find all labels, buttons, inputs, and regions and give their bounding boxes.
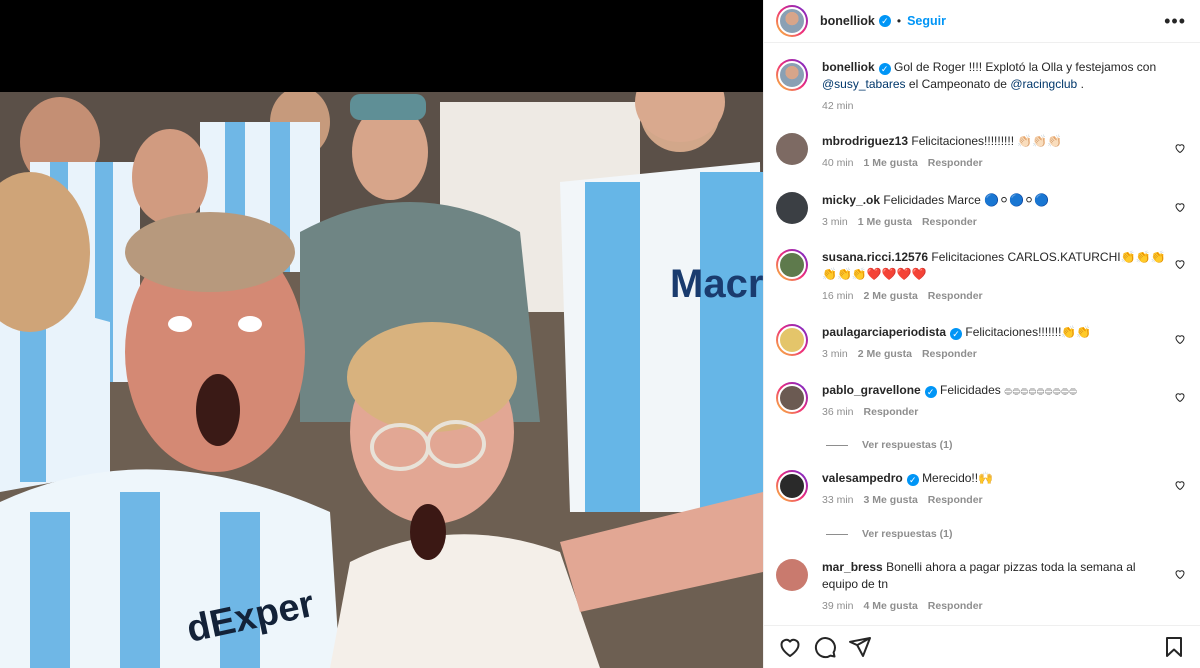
- comment-item: pablo_gravellone ✓ Felicidades 𓐍𓐍𓐍𓐍𓐍𓐍𓐍𓐍𓐍 …: [776, 382, 1192, 418]
- heart-icon[interactable]: [1174, 568, 1186, 580]
- caption-text: Gol de Roger !!!! Explotó la Olla y fest…: [894, 60, 1157, 74]
- comment-username[interactable]: paulagarciaperiodista: [822, 325, 946, 339]
- comment-text: Felicidades 𓐍𓐍𓐍𓐍𓐍𓐍𓐍𓐍𓐍: [940, 383, 1078, 397]
- heart-icon[interactable]: [778, 635, 802, 659]
- comment-item: mbrodriguez13 Felicitaciones!!!!!!!!! 👏🏻…: [776, 133, 1192, 169]
- comment-text: Felicitaciones!!!!!!!!! 👏🏻👏🏻👏🏻: [911, 134, 1063, 148]
- heart-icon[interactable]: [1174, 258, 1186, 270]
- comments-list[interactable]: bonelliok ✓ Gol de Roger !!!! Explotó la …: [764, 49, 1200, 620]
- comment-time[interactable]: 36 min: [822, 406, 854, 418]
- separator-dot: •: [896, 14, 902, 28]
- comment-item: paulagarciaperiodista ✓ Felicitaciones!!!…: [776, 324, 1192, 360]
- author-avatar[interactable]: [776, 59, 808, 91]
- svg-text:Macr: Macr: [670, 262, 763, 306]
- caption-text: .: [1080, 77, 1084, 91]
- comment-item: mar_bress Bonelli ahora a pagar pizzas t…: [776, 559, 1192, 612]
- heart-icon[interactable]: [1174, 479, 1186, 491]
- caption-time[interactable]: 42 min: [822, 100, 854, 112]
- comment-username[interactable]: mbrodriguez13: [822, 134, 908, 148]
- view-replies-label[interactable]: Ver respuestas (1): [862, 439, 952, 451]
- comment-likes[interactable]: 2 Me gusta: [858, 348, 912, 360]
- commenter-avatar[interactable]: [776, 249, 808, 281]
- more-icon[interactable]: •••: [1164, 12, 1186, 30]
- comment-text: Merecido!!🙌: [922, 471, 994, 485]
- replies-divider: [826, 444, 848, 446]
- action-bar: [764, 625, 1200, 668]
- heart-icon[interactable]: [1174, 142, 1186, 154]
- mention-link[interactable]: @racingclub: [1010, 77, 1077, 91]
- verified-icon: ✓: [950, 328, 963, 340]
- reply-button[interactable]: Responder: [928, 290, 983, 302]
- comment-likes[interactable]: 1 Me gusta: [864, 157, 918, 169]
- commenter-avatar[interactable]: [776, 324, 808, 356]
- comment-username[interactable]: pablo_gravellone: [822, 383, 921, 397]
- view-replies-button[interactable]: Ver respuestas (1): [826, 528, 952, 540]
- comment-username[interactable]: micky_.ok: [822, 193, 880, 207]
- verified-icon: ✓: [906, 474, 919, 486]
- comment-item: susana.ricci.12576 Felicitaciones CARLOS…: [776, 249, 1192, 302]
- comment-text: Felicitaciones!!!!!!!👏👏: [965, 325, 1092, 339]
- verified-icon: ✓: [924, 386, 937, 398]
- heart-icon[interactable]: [1174, 333, 1186, 345]
- comment-time[interactable]: 3 min: [822, 348, 848, 360]
- bookmark-icon[interactable]: [1162, 635, 1186, 659]
- comment-time[interactable]: 3 min: [822, 216, 848, 228]
- reply-button[interactable]: Responder: [928, 600, 983, 612]
- reply-button[interactable]: Responder: [928, 157, 983, 169]
- commenter-avatar[interactable]: [776, 133, 808, 165]
- comment-time[interactable]: 16 min: [822, 290, 854, 302]
- post-sidebar: bonelliok ✓ • Seguir ••• bonelliok ✓ Gol …: [763, 0, 1200, 668]
- view-replies-button[interactable]: Ver respuestas (1): [826, 439, 952, 451]
- post-photo[interactable]: Macr dExper: [0, 0, 763, 668]
- comment-username[interactable]: valesampedro: [822, 471, 903, 485]
- comment-text: Felicidades Marce 🔵⚪🔵⚪🔵: [883, 193, 1050, 207]
- comment-likes[interactable]: 2 Me gusta: [864, 290, 918, 302]
- post-image: Macr dExper: [0, 92, 763, 668]
- comment-likes[interactable]: 3 Me gusta: [864, 494, 918, 506]
- author-username[interactable]: bonelliok: [820, 14, 875, 28]
- comment-username[interactable]: susana.ricci.12576: [822, 250, 928, 264]
- comment-time[interactable]: 39 min: [822, 600, 854, 612]
- commenter-avatar[interactable]: [776, 559, 808, 591]
- view-replies-label[interactable]: Ver respuestas (1): [862, 528, 952, 540]
- commenter-avatar[interactable]: [776, 470, 808, 502]
- comment-time[interactable]: 33 min: [822, 494, 854, 506]
- caption: bonelliok ✓ Gol de Roger !!!! Explotó la …: [776, 59, 1192, 112]
- caption-username[interactable]: bonelliok: [822, 60, 875, 74]
- comment-username[interactable]: mar_bress: [822, 560, 883, 574]
- verified-icon: ✓: [878, 63, 891, 75]
- share-icon[interactable]: [848, 635, 872, 659]
- heart-icon[interactable]: [1174, 391, 1186, 403]
- reply-button[interactable]: Responder: [922, 348, 977, 360]
- comment-icon[interactable]: [813, 635, 837, 659]
- post-header: bonelliok ✓ • Seguir •••: [764, 0, 1200, 43]
- comment-time[interactable]: 40 min: [822, 157, 854, 169]
- comment-item: micky_.ok Felicidades Marce 🔵⚪🔵⚪🔵 3 min 1…: [776, 192, 1192, 228]
- reply-button[interactable]: Responder: [864, 406, 919, 418]
- follow-button[interactable]: Seguir: [907, 14, 946, 28]
- comment-item: valesampedro ✓ Merecido!!🙌 33 min 3 Me gus…: [776, 470, 1192, 506]
- verified-icon: ✓: [878, 15, 891, 27]
- commenter-avatar[interactable]: [776, 192, 808, 224]
- author-avatar[interactable]: [776, 5, 808, 37]
- comment-likes[interactable]: 1 Me gusta: [858, 216, 912, 228]
- reply-button[interactable]: Responder: [922, 216, 977, 228]
- reply-button[interactable]: Responder: [928, 494, 983, 506]
- replies-divider: [826, 533, 848, 535]
- commenter-avatar[interactable]: [776, 382, 808, 414]
- comment-likes[interactable]: 4 Me gusta: [864, 600, 918, 612]
- caption-text: el Campeonato de: [908, 77, 1007, 91]
- heart-icon[interactable]: [1174, 201, 1186, 213]
- mention-link[interactable]: @susy_tabares: [822, 77, 906, 91]
